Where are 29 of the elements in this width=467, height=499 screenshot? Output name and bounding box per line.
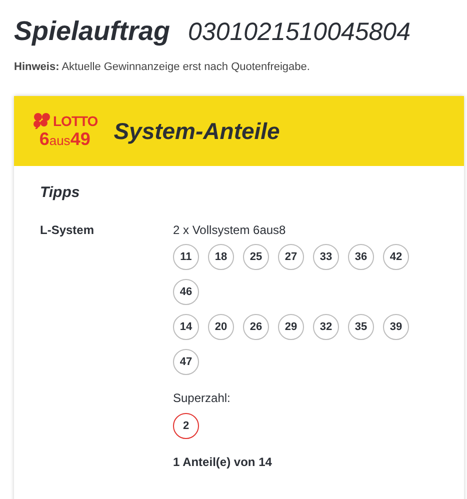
superzahl-label: Superzahl: xyxy=(173,391,232,405)
field-label: L-System xyxy=(40,223,96,239)
number-ball: 18 xyxy=(208,244,234,270)
shares-text: 1 Anteil(e) von 14 xyxy=(173,455,273,469)
page-title: Spielauftrag xyxy=(14,16,170,47)
number-ball: 11 xyxy=(173,244,199,270)
system-text: 2 x Vollsystem 6aus8 xyxy=(173,223,287,237)
logo-text: LOTTO xyxy=(53,114,98,128)
number-ball: 36 xyxy=(348,244,374,270)
number-ball: 47 xyxy=(173,349,199,375)
order-number: 0301021510045804 xyxy=(188,18,410,47)
number-ball: 32 xyxy=(313,314,339,340)
superzahl-ball: 2 xyxy=(173,413,199,439)
number-ball: 39 xyxy=(383,314,409,340)
logo-subtext: 6aus49 xyxy=(39,130,90,150)
number-ball: 27 xyxy=(278,244,304,270)
number-ball: 46 xyxy=(173,279,199,305)
clover-icon xyxy=(32,112,52,130)
number-ball: 25 xyxy=(243,244,269,270)
card-title: System-Anteile xyxy=(114,118,280,144)
number-ball: 26 xyxy=(243,314,269,340)
number-ball: 14 xyxy=(173,314,199,340)
notice-text: Hinweis: Aktuelle Gewinnanzeige erst nach Quotenfreigabe. xyxy=(14,61,311,73)
section-heading: Tipps xyxy=(40,184,81,201)
number-ball: 35 xyxy=(348,314,374,340)
number-ball: 33 xyxy=(313,244,339,270)
number-ball: 20 xyxy=(208,314,234,340)
number-ball: 29 xyxy=(278,314,304,340)
number-ball: 42 xyxy=(383,244,409,270)
